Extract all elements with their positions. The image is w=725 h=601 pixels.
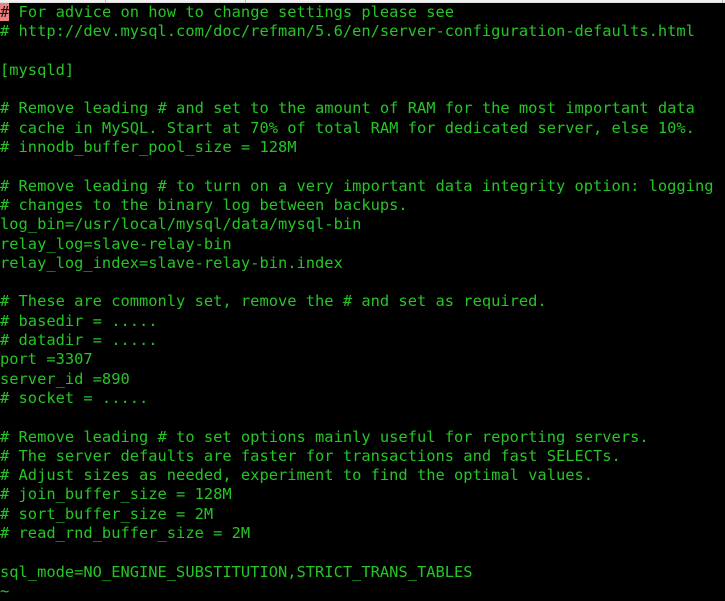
buffer-line-text: For advice on how to change settings ple… (9, 3, 455, 21)
buffer-line[interactable]: # Remove leading # to set options mainly… (0, 428, 725, 447)
buffer-line[interactable] (0, 408, 725, 427)
buffer-line[interactable]: relay_log=slave-relay-bin (0, 235, 725, 254)
buffer-line[interactable]: # cache in MySQL. Start at 70% of total … (0, 119, 725, 138)
buffer-line[interactable]: # Remove leading # and set to the amount… (0, 99, 725, 118)
vim-buffer[interactable]: # For advice on how to change settings p… (0, 3, 725, 601)
buffer-line[interactable]: # read_rnd_buffer_size = 2M (0, 524, 725, 543)
buffer-line[interactable]: # changes to the binary log between back… (0, 196, 725, 215)
buffer-line[interactable] (0, 157, 725, 176)
buffer-line[interactable]: # These are commonly set, remove the # a… (0, 292, 725, 311)
text-cursor: # (0, 3, 10, 21)
terminal-screen[interactable]: # For advice on how to change settings p… (0, 3, 725, 601)
buffer-line[interactable]: server_id =890 (0, 370, 725, 389)
buffer-line[interactable] (0, 42, 725, 61)
buffer-line[interactable]: sql_mode=NO_ENGINE_SUBSTITUTION,STRICT_T… (0, 563, 725, 582)
buffer-line[interactable] (0, 543, 725, 562)
buffer-line[interactable]: log_bin=/usr/local/mysql/data/mysql-bin (0, 215, 725, 234)
buffer-line[interactable] (0, 273, 725, 292)
buffer-line[interactable]: # basedir = ..... (0, 312, 725, 331)
buffer-line[interactable]: relay_log_index=slave-relay-bin.index (0, 254, 725, 273)
buffer-line[interactable]: port =3307 (0, 350, 725, 369)
vim-filler-tilde[interactable]: ~ (0, 582, 725, 601)
buffer-line[interactable] (0, 80, 725, 99)
buffer-line[interactable]: # For advice on how to change settings p… (0, 3, 725, 22)
buffer-line[interactable]: [mysqld] (0, 61, 725, 80)
buffer-line[interactable]: # Remove leading # to turn on a very imp… (0, 177, 725, 196)
buffer-line[interactable]: # join_buffer_size = 128M (0, 485, 725, 504)
buffer-line[interactable]: # The server defaults are faster for tra… (0, 447, 725, 466)
buffer-line[interactable]: # datadir = ..... (0, 331, 725, 350)
buffer-line[interactable]: # innodb_buffer_pool_size = 128M (0, 138, 725, 157)
buffer-line[interactable]: # socket = ..... (0, 389, 725, 408)
buffer-line[interactable]: # Adjust sizes as needed, experiment to … (0, 466, 725, 485)
buffer-line[interactable]: # sort_buffer_size = 2M (0, 505, 725, 524)
buffer-line[interactable]: # http://dev.mysql.com/doc/refman/5.6/en… (0, 22, 725, 41)
